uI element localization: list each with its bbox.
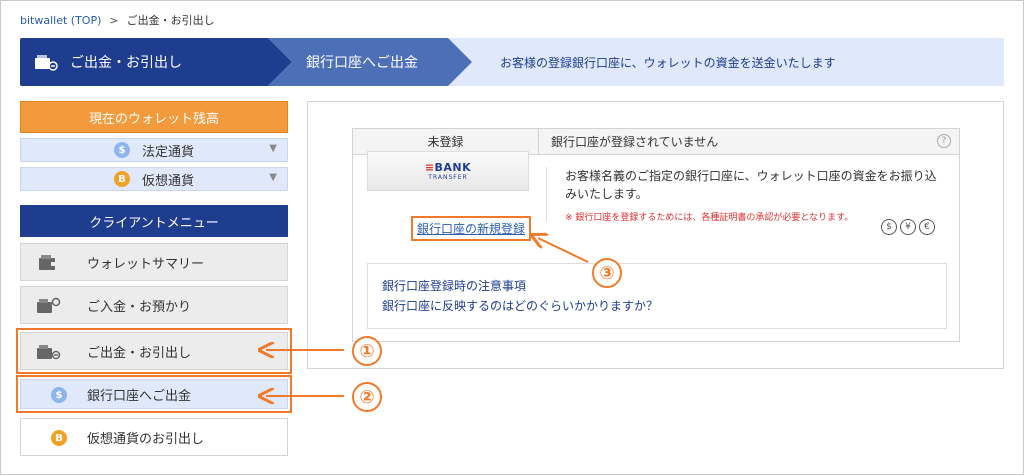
- client-menu-header: クライアントメニュー: [20, 205, 288, 237]
- breadcrumb-home-link[interactable]: bitwallet (TOP): [20, 14, 101, 27]
- breadcrumb-current: ご出金・お引出し: [126, 14, 215, 27]
- status-message-cell: 銀行口座が登録されていません ?: [539, 129, 959, 154]
- bank-logo-word: BANK: [434, 161, 472, 174]
- fiat-currency-toggle[interactable]: $ 法定通貨 ▼: [20, 138, 288, 162]
- callout-number-1: ①: [352, 336, 382, 366]
- callout-number-2: ②: [352, 382, 382, 412]
- sidebar-item-label: ご出金・お引出し: [87, 345, 192, 361]
- sidebar: 現在のウォレット残高 $ 法定通貨 ▼ B 仮想通貨 ▼ クライアントメニュー …: [16, 101, 292, 456]
- step-withdraw-label: ご出金・お引出し: [70, 55, 182, 71]
- crypto-currency-label: 仮想通貨: [141, 173, 194, 189]
- sidebar-item-bank-withdraw[interactable]: $ 銀行口座へご出金: [16, 375, 292, 413]
- faq-link-processing-time[interactable]: 銀行口座に反映するのはどのぐらいかかりますか？: [382, 296, 932, 316]
- faq-link-registration-notes[interactable]: 銀行口座登録時の注意事項: [382, 276, 932, 296]
- divider: [546, 167, 547, 221]
- register-bank-account-link[interactable]: 銀行口座の新規登録: [410, 216, 532, 241]
- sidebar-item-label: 仮想通貨のお引出し: [87, 431, 205, 447]
- chevron-down-icon: ▼: [269, 172, 277, 183]
- sidebar-item-deposit[interactable]: ご入金・お預かり: [20, 286, 288, 324]
- sidebar-item-withdraw[interactable]: ご出金・お引出し: [16, 328, 292, 374]
- faq-box: 銀行口座登録時の注意事項 銀行口座に反映するのはどのぐらいかかりますか？: [367, 263, 947, 329]
- sidebar-item-label: ウォレットサマリー: [87, 256, 205, 272]
- breadcrumb: bitwallet (TOP) > ご出金・お引出し: [20, 12, 215, 28]
- breadcrumb-separator: >: [109, 14, 119, 27]
- euro-icon: €: [919, 219, 935, 235]
- step-bank-withdraw-label: 銀行口座へご出金: [306, 55, 418, 71]
- dollar-coin-icon: $: [113, 142, 130, 158]
- step-description: お客様の登録銀行口座に、ウォレットの資金を送金いたします: [500, 55, 836, 70]
- wallet-deposit-icon: [37, 297, 61, 313]
- help-icon[interactable]: ?: [937, 134, 951, 148]
- wallet-icon: [39, 255, 56, 270]
- callout-number-3: ③: [592, 258, 622, 288]
- chevron-down-icon: ▼: [269, 143, 277, 154]
- bank-logo-text: ≡BANK: [424, 161, 472, 174]
- wallet-withdraw-icon: [37, 345, 61, 360]
- crypto-currency-toggle[interactable]: B 仮想通貨 ▼: [20, 167, 288, 191]
- sidebar-item-crypto-withdraw[interactable]: B 仮想通貨のお引出し: [20, 418, 288, 456]
- card-note: ※ 銀行口座を登録するためには、各種証明書の承認が必要となります。: [565, 213, 854, 223]
- bitcoin-coin-icon: B: [51, 430, 67, 446]
- yen-icon: ¥: [900, 219, 916, 235]
- step-bank-withdraw: 銀行口座へご出金: [268, 38, 472, 86]
- main-panel: 未登録 銀行口座が登録されていません ? ≡BANK TRANSFER 銀行口座…: [307, 101, 1004, 369]
- sidebar-item-label: 銀行口座へご出金: [87, 388, 192, 404]
- bank-transfer-logo: ≡BANK TRANSFER: [367, 151, 529, 191]
- transfer-logo-text: TRANSFER: [428, 174, 468, 181]
- wallet-balance-header: 現在のウォレット残高: [20, 101, 288, 133]
- dollar-coin-icon: $: [51, 387, 67, 403]
- sidebar-item-label: ご入金・お預かり: [87, 299, 192, 315]
- card-description: お客様名義のご指定の銀行口座に、ウォレット口座の資金をお振り込みいたします。: [565, 169, 937, 201]
- sidebar-item-wallet-summary[interactable]: ウォレットサマリー: [20, 243, 288, 281]
- step-withdraw: ご出金・お引出し: [20, 38, 292, 86]
- wallet-withdraw-icon: [35, 55, 58, 71]
- dollar-icon: $: [881, 219, 897, 235]
- bank-account-card: 未登録 銀行口座が登録されていません ? ≡BANK TRANSFER 銀行口座…: [352, 128, 960, 342]
- status-message: 銀行口座が登録されていません: [551, 135, 719, 149]
- fiat-currency-label: 法定通貨: [141, 144, 194, 160]
- bitcoin-coin-icon: B: [113, 171, 130, 187]
- currency-icons: $ ¥ €: [881, 219, 935, 235]
- step-bar: ご出金・お引出し 銀行口座へご出金 お客様の登録銀行口座に、ウォレットの資金を送…: [20, 38, 1004, 86]
